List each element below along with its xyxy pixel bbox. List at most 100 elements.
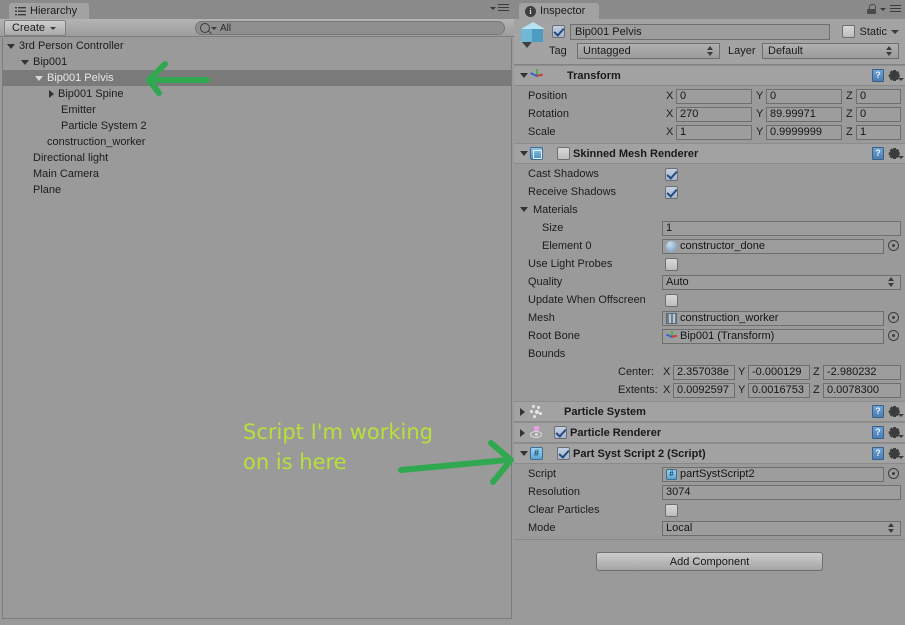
hierarchy-item-label: Bip001 Pelvis xyxy=(47,72,114,84)
skinned-mesh-renderer-enabled-checkbox[interactable] xyxy=(557,147,570,160)
foldout-triangle-icon[interactable] xyxy=(520,407,525,416)
component-icons[interactable]: ? xyxy=(872,447,904,460)
hierarchy-item-construction-worker[interactable]: construction_worker xyxy=(3,134,511,150)
help-icon[interactable]: ? xyxy=(872,405,884,418)
object-picker-icon[interactable] xyxy=(888,468,899,479)
bounds-center-x-input[interactable]: 2.357038e xyxy=(673,364,735,380)
gear-icon[interactable] xyxy=(888,406,904,417)
component-title-skinned-mesh-renderer: Skinned Mesh Renderer xyxy=(573,147,699,160)
foldout-triangle-icon[interactable] xyxy=(520,428,525,437)
static-toggle-group[interactable]: Static xyxy=(842,25,899,38)
value: 3074 xyxy=(666,486,691,498)
resolution-input[interactable]: 3074 xyxy=(662,484,901,500)
hierarchy-item-directional-light[interactable]: Directional light xyxy=(3,150,511,166)
tab-hierarchy[interactable]: Hierarchy xyxy=(8,2,91,19)
hierarchy-item-bip001[interactable]: Bip001 xyxy=(3,54,511,70)
hierarchy-item-bip001-spine[interactable]: Bip001 Spine xyxy=(3,86,511,102)
component-header-part-syst-script-2[interactable]: # Part Syst Script 2 (Script) ? xyxy=(514,443,905,464)
position-y-input[interactable]: 0 xyxy=(766,88,842,104)
gameobject-name-input[interactable]: Bip001 Pelvis xyxy=(570,24,830,40)
object-picker-icon[interactable] xyxy=(888,240,899,251)
rotation-z-input[interactable]: 0 xyxy=(856,106,901,122)
bounds-extents-x-input[interactable]: 0.0092597 xyxy=(673,382,735,398)
scale-x-input[interactable]: 1 xyxy=(676,124,752,140)
help-icon[interactable]: ? xyxy=(872,426,884,439)
chevron-down-icon[interactable] xyxy=(891,29,899,34)
hierarchy-item-particle-system-2[interactable]: Particle System 2 xyxy=(3,118,511,134)
mesh-object-field[interactable]: construction_worker xyxy=(662,310,884,326)
tag-dropdown[interactable]: Untagged xyxy=(577,43,720,59)
bounds-center-y-input[interactable]: -0.000129 xyxy=(748,364,810,380)
add-component-button[interactable]: Add Component xyxy=(596,552,823,571)
position-x-input[interactable]: 0 xyxy=(676,88,752,104)
foldout-triangle-icon[interactable] xyxy=(520,451,528,456)
update-offscreen-checkbox[interactable] xyxy=(665,293,678,307)
axis-y-label: Y xyxy=(756,90,764,102)
component-header-particle-renderer[interactable]: Particle Renderer ? xyxy=(514,422,905,443)
particle-renderer-enabled-checkbox[interactable] xyxy=(554,426,567,439)
help-icon[interactable]: ? xyxy=(872,69,884,82)
foldout-triangle-icon[interactable] xyxy=(35,75,43,81)
extents-label: Extents: xyxy=(618,384,658,396)
gear-icon[interactable] xyxy=(888,427,904,438)
root-bone-object-field[interactable]: Bip001 (Transform) xyxy=(662,328,884,344)
foldout-triangle-icon[interactable] xyxy=(520,207,528,212)
hierarchy-item-plane[interactable]: Plane xyxy=(3,182,511,198)
layer-dropdown[interactable]: Default xyxy=(762,43,899,59)
row-quality: Quality Auto xyxy=(514,273,905,291)
component-header-transform[interactable]: Transform ? xyxy=(514,65,905,86)
receive-shadows-checkbox[interactable] xyxy=(665,185,678,199)
axis-y-label: Y xyxy=(756,108,764,120)
script-object-field[interactable]: # partSystScript2 xyxy=(662,466,884,482)
component-icons[interactable]: ? xyxy=(872,69,904,82)
part-syst-script-enabled-checkbox[interactable] xyxy=(557,447,570,460)
element0-object-field[interactable]: constructor_done xyxy=(662,238,884,254)
foldout-triangle-icon[interactable] xyxy=(520,151,528,156)
component-icons[interactable]: ? xyxy=(872,405,904,418)
hierarchy-item-label: Bip001 Spine xyxy=(58,88,124,100)
foldout-triangle-icon[interactable] xyxy=(7,43,15,49)
component-header-skinned-mesh-renderer[interactable]: Skinned Mesh Renderer ? xyxy=(514,143,905,164)
gear-icon[interactable] xyxy=(888,148,904,159)
create-button[interactable]: Create xyxy=(4,20,66,36)
rotation-y-input[interactable]: 89.99971 xyxy=(766,106,842,122)
help-icon[interactable]: ? xyxy=(872,447,884,460)
transform-row-scale: Scale X 1 Y 0.9999999 Z 1 xyxy=(514,123,905,141)
hierarchy-search-input[interactable]: All xyxy=(195,21,505,35)
bounds-center-z-input[interactable]: -2.980232 xyxy=(823,364,901,380)
object-picker-icon[interactable] xyxy=(888,312,899,323)
use-light-probes-checkbox[interactable] xyxy=(665,257,678,271)
position-z-input[interactable]: 0 xyxy=(856,88,901,104)
foldout-triangle-icon[interactable] xyxy=(49,90,54,98)
rotation-x-input[interactable]: 270 xyxy=(676,106,752,122)
lock-icon[interactable] xyxy=(867,4,876,14)
mode-dropdown[interactable]: Local xyxy=(662,520,901,536)
foldout-triangle-icon[interactable] xyxy=(520,73,528,78)
component-icons[interactable]: ? xyxy=(872,426,904,439)
clear-particles-checkbox[interactable] xyxy=(665,503,678,517)
component-header-particle-system[interactable]: Particle System ? xyxy=(514,401,905,422)
scale-y-input[interactable]: 0.9999999 xyxy=(766,124,842,140)
hierarchy-tab-menu[interactable] xyxy=(490,4,509,13)
bounds-extents-z-input[interactable]: 0.0078300 xyxy=(823,382,901,398)
component-icons[interactable]: ? xyxy=(872,147,904,160)
gear-icon[interactable] xyxy=(888,448,904,459)
hierarchy-item-emitter[interactable]: Emitter xyxy=(3,102,511,118)
scale-z-input[interactable]: 1 xyxy=(856,124,901,140)
row-bounds-center: Center: X 2.357038e Y -0.000129 Z -2.980… xyxy=(514,363,905,381)
hierarchy-item-main-camera[interactable]: Main Camera xyxy=(3,166,511,182)
hierarchy-item-bip001-pelvis[interactable]: Bip001 Pelvis xyxy=(3,70,511,86)
hierarchy-item-3rd-person-controller[interactable]: 3rd Person Controller xyxy=(3,38,511,54)
static-checkbox[interactable] xyxy=(842,25,856,38)
object-picker-icon[interactable] xyxy=(888,330,899,341)
tab-inspector[interactable]: i Inspector xyxy=(518,2,601,19)
help-icon[interactable]: ? xyxy=(872,147,884,160)
cast-shadows-checkbox[interactable] xyxy=(665,167,678,181)
quality-dropdown[interactable]: Auto xyxy=(662,274,901,290)
foldout-triangle-icon[interactable] xyxy=(21,59,29,65)
inspector-tab-controls[interactable] xyxy=(867,4,901,14)
bounds-extents-y-input[interactable]: 0.0016753 xyxy=(748,382,810,398)
size-input[interactable]: 1 xyxy=(662,220,901,236)
gameobject-enabled-checkbox[interactable] xyxy=(552,25,565,38)
gear-icon[interactable] xyxy=(888,70,904,81)
